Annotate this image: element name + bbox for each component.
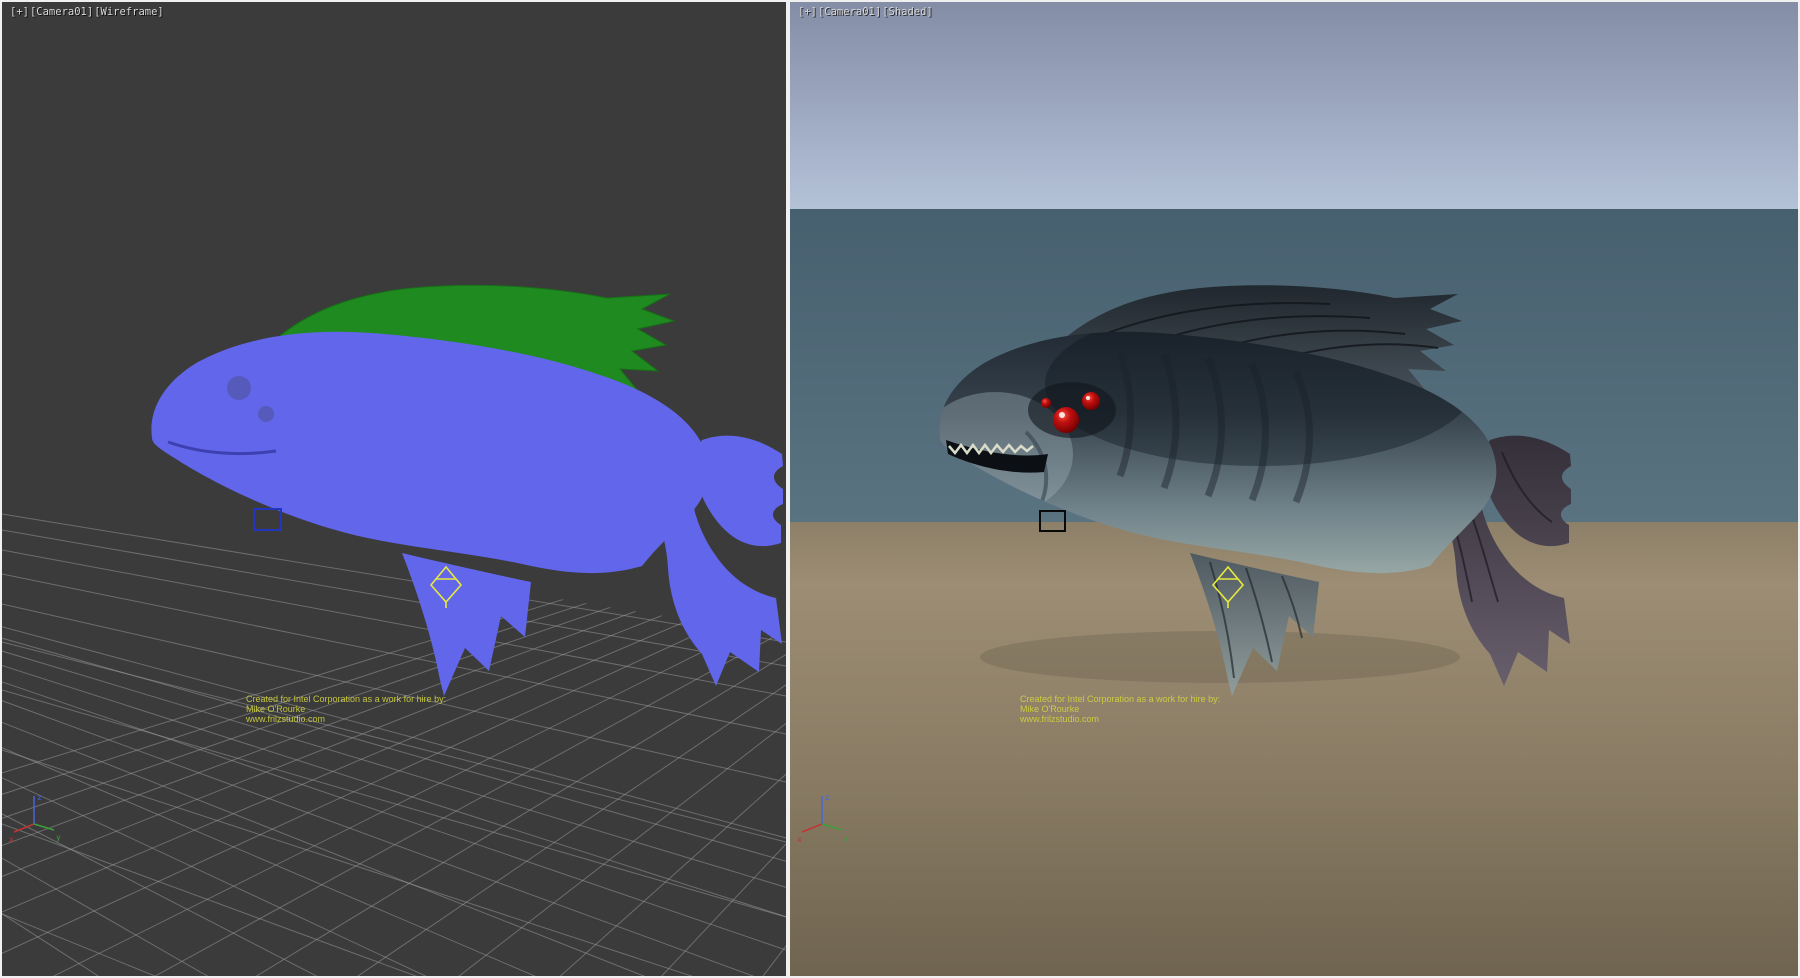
watermark-line: www.frilzstudio.com	[1020, 714, 1220, 724]
viewport-layout: [+][Camera01][Wireframe] Created for Int…	[0, 0, 1800, 978]
eye-highlight	[1059, 412, 1065, 418]
watermark-line: Mike O'Rourke	[1020, 704, 1220, 714]
eye-highlight	[1086, 396, 1090, 400]
viewport-menu-shading[interactable]: [Shaded]	[882, 6, 933, 18]
viewport-menu-camera[interactable]: [Camera01]	[818, 6, 881, 18]
eye-spot	[227, 376, 251, 400]
viewport-label: [+][Camera01][Wireframe]	[10, 6, 165, 18]
viewport-menu-plus[interactable]: [+]	[10, 6, 29, 18]
watermark-line: Created for Intel Corporation as a work …	[246, 694, 446, 704]
world-axis-tripod: z x y	[796, 790, 856, 846]
eye-red	[1053, 407, 1079, 433]
watermark-line: Mike O'Rourke	[246, 704, 446, 714]
watermark-line: www.frilzstudio.com	[246, 714, 446, 724]
viewport-menu-camera[interactable]: [Camera01]	[30, 6, 93, 18]
watermark-text: Created for Intel Corporation as a work …	[1020, 694, 1220, 724]
axis-z-label: z	[37, 793, 42, 802]
tail-fin-upper	[695, 436, 783, 547]
eye-red	[1041, 398, 1051, 408]
watermark-line: Created for Intel Corporation as a work …	[1020, 694, 1220, 704]
selection-helper-box[interactable]	[254, 509, 281, 530]
shaded-scene	[790, 2, 1798, 976]
shaded-viewport[interactable]: [+][Camera01][Shaded] Created for Intel …	[790, 2, 1798, 976]
wireframe-scene	[2, 2, 786, 976]
wireframe-viewport[interactable]: [+][Camera01][Wireframe] Created for Int…	[2, 2, 786, 976]
axis-x-label: x	[9, 835, 14, 844]
viewport-menu-plus[interactable]: [+]	[798, 6, 817, 18]
fish-model-shaded[interactable]	[917, 285, 1571, 696]
axis-y-label: y	[844, 833, 849, 842]
viewport-label: [+][Camera01][Shaded]	[798, 6, 934, 18]
world-axis-tripod: z x y	[8, 790, 68, 846]
tail-fin-upper	[1483, 436, 1571, 547]
viewport-menu-shading[interactable]: [Wireframe]	[94, 6, 164, 18]
fish-model-wireframe[interactable]	[151, 285, 783, 696]
axis-y-label: y	[56, 833, 61, 842]
eye-spot	[258, 406, 274, 422]
selection-helper-box[interactable]	[1040, 511, 1065, 531]
axis-x-label: x	[797, 835, 802, 844]
eye-red	[1082, 392, 1100, 410]
axis-z-label: z	[825, 793, 830, 802]
watermark-text: Created for Intel Corporation as a work …	[246, 694, 446, 724]
